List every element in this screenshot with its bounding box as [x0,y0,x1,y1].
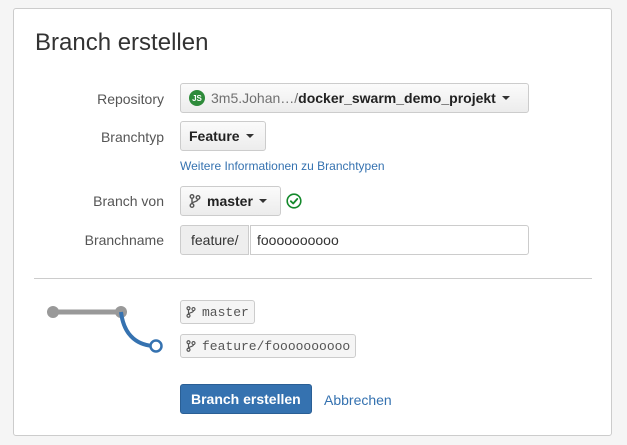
new-branch-node [149,339,163,353]
new-branch-tag: feature/foooooooooo [180,334,357,358]
branch-type-select[interactable]: Feature [180,121,266,151]
branch-name-input[interactable] [250,225,529,255]
create-branch-dialog: Branch erstellen Repository JS 3m5.Johan… [13,8,612,436]
branch-diagram [47,306,163,353]
repository-project: 3m5.Johan… [211,90,295,106]
create-branch-button[interactable]: Branch erstellen [180,384,312,414]
chevron-down-icon [501,96,510,100]
repository-select[interactable]: JS 3m5.Johan… / docker_swarm_demo_projek… [180,83,529,113]
repository-name: docker_swarm_demo_projekt [298,90,496,106]
branch-from-label: Branch von [93,193,164,209]
divider [34,278,592,279]
source-branch-tag: master [180,300,255,324]
branch-type-label: Branchtyp [100,129,164,145]
check-circle-icon [286,193,302,214]
chevron-down-icon [245,134,254,138]
chevron-down-icon [258,199,267,203]
cancel-link[interactable]: Abbrechen [324,392,392,408]
project-avatar: JS [189,90,205,106]
branch-icon [186,340,196,352]
source-start-node [47,306,59,318]
branch-type-value: Feature [189,128,240,144]
source-branch-name: master [202,304,249,320]
new-branch-name: feature/foooooooooo [202,338,351,354]
branch-name-label: Branchname [84,232,164,248]
branch-types-info-link[interactable]: Weitere Informationen zu Branchtypen [180,159,385,173]
new-branch-line [119,311,157,348]
branch-name-prefix: feature/ [180,225,250,255]
branch-icon [186,306,196,318]
branch-from-select[interactable]: master [180,186,281,216]
page-title: Branch erstellen [35,29,209,56]
branch-from-value: master [207,193,253,209]
repository-label: Repository [97,91,164,107]
branch-icon [189,194,201,208]
